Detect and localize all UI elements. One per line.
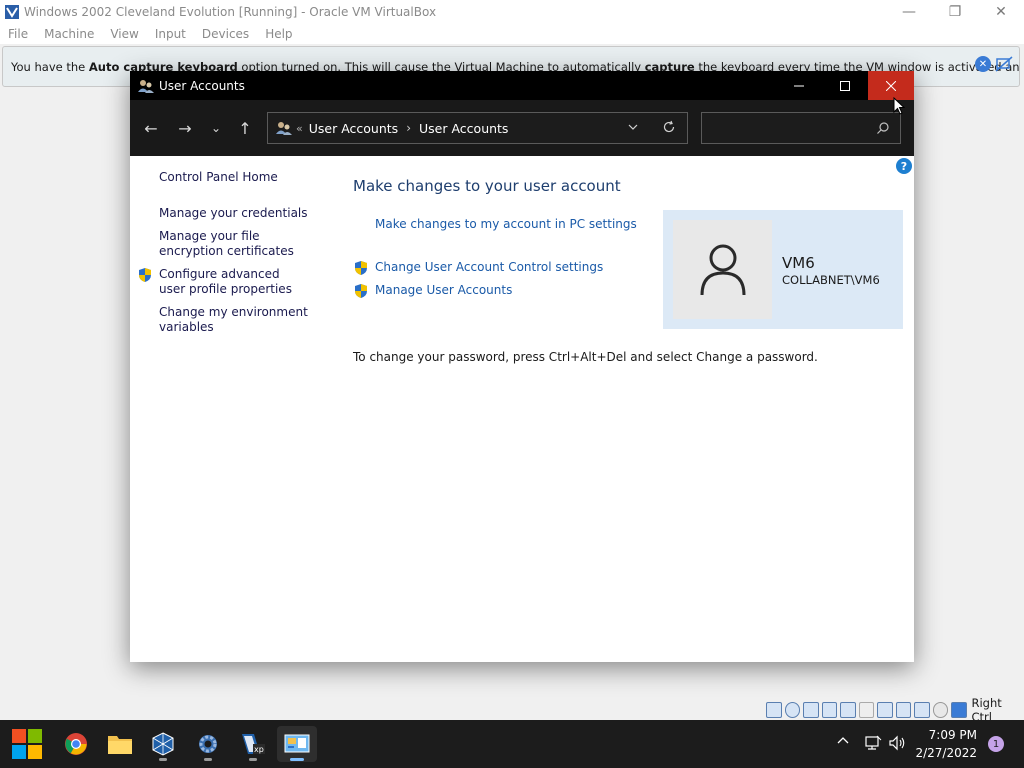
audio-icon[interactable] (803, 702, 819, 718)
folder-icon (108, 736, 132, 754)
menu-view[interactable]: View (110, 27, 138, 41)
minimize-button[interactable] (776, 71, 822, 100)
virtualbox-icon (152, 732, 174, 756)
vbox-menubar: File Machine View Input Devices Help (0, 24, 1024, 44)
control-panel-icon (284, 734, 310, 753)
address-dropdown-chevron-icon[interactable] (627, 121, 639, 136)
user-card: VM6 COLLABNET\VM6 (663, 210, 903, 329)
refresh-icon[interactable] (660, 118, 678, 136)
mouse-integration-icon[interactable] (932, 702, 948, 718)
usb-icon[interactable] (840, 702, 856, 718)
user-accounts-icon (138, 78, 154, 94)
menu-devices[interactable]: Devices (202, 27, 249, 41)
optical-drive-icon[interactable] (784, 702, 800, 718)
gear-icon (199, 735, 217, 753)
uac-settings-link[interactable]: Change User Account Control settings (375, 260, 603, 274)
window-titlebar[interactable]: User Accounts (130, 71, 914, 100)
vbox-minimize-button[interactable]: — (886, 0, 932, 24)
start-button[interactable] (7, 726, 47, 762)
help-icon[interactable]: ? (896, 158, 912, 174)
notice-dont-show-icon[interactable] (995, 56, 1013, 72)
clock-date[interactable]: 2/27/2022 (915, 746, 977, 760)
virtualbox-taskbar-button[interactable] (143, 726, 183, 762)
shared-folders-icon[interactable] (858, 702, 874, 718)
breadcrumb-chevron-icon[interactable]: › (406, 121, 411, 135)
svg-text:xp: xp (254, 745, 264, 754)
advanced-profile-link[interactable]: Configure advanced user profile properti… (159, 267, 309, 297)
uac-shield-icon (353, 283, 369, 299)
file-encryption-link[interactable]: Manage your file encryption certificates (159, 229, 309, 259)
up-arrow-icon[interactable]: ↑ (233, 118, 257, 138)
vbox-statusbar: Right Ctrl (766, 696, 1024, 724)
keyboard-capture-icon[interactable] (951, 702, 967, 718)
windows-logo-icon (12, 729, 42, 759)
breadcrumb-user-accounts-parent[interactable]: User Accounts (309, 121, 398, 136)
network-icon[interactable] (864, 734, 882, 752)
password-note: To change your password, press Ctrl+Alt+… (353, 350, 818, 364)
navigation-bar: ← → ⌄ ↑ « User Accounts › User Accounts (130, 100, 914, 156)
notification-badge[interactable]: 1 (988, 736, 1004, 752)
user-accounts-icon (276, 120, 292, 136)
breadcrumb-overflow-icon[interactable]: « (296, 122, 303, 135)
chrome-icon (65, 733, 87, 755)
user-accounts-window: User Accounts ← → ⌄ ↑ « User Accounts › … (130, 71, 914, 662)
pc-settings-link[interactable]: Make changes to my account in PC setting… (375, 217, 637, 231)
search-input[interactable] (701, 112, 901, 144)
hard-disk-icon[interactable] (766, 702, 782, 718)
chrome-taskbar-button[interactable] (56, 726, 96, 762)
environment-variables-link[interactable]: Change my environment variables (159, 305, 309, 335)
vbox-restore-button[interactable]: ❐ (932, 0, 978, 24)
windows-xp-vm-icon: xp (242, 734, 265, 754)
user-name: VM6 (782, 254, 815, 272)
show-hidden-icons-chevron-icon[interactable] (837, 734, 849, 748)
taskbar: xp 7:09 PM 2/27/2022 1 (0, 720, 1024, 768)
close-button[interactable] (868, 71, 914, 100)
back-arrow-icon[interactable]: ← (139, 118, 163, 138)
vbox-titlebar: Windows 2002 Cleveland Evolution [Runnin… (0, 0, 1024, 24)
uac-shield-icon (137, 267, 153, 283)
manage-credentials-link[interactable]: Manage your credentials (159, 206, 309, 221)
forward-arrow-icon[interactable]: → (173, 118, 197, 138)
uac-shield-icon (353, 260, 369, 276)
display-icon[interactable] (877, 702, 893, 718)
vbox-close-button[interactable]: ✕ (978, 0, 1024, 24)
virtualization-icon[interactable] (914, 702, 930, 718)
menu-input[interactable]: Input (155, 27, 186, 41)
xp-vm-taskbar-button[interactable]: xp (233, 726, 273, 762)
page-title: Make changes to your user account (353, 177, 621, 195)
control-panel-home-link[interactable]: Control Panel Home (159, 170, 309, 185)
user-domain: COLLABNET\VM6 (782, 273, 880, 287)
virtualbox-icon (4, 4, 20, 20)
breadcrumb-user-accounts-current[interactable]: User Accounts (419, 121, 508, 136)
notice-close-icon[interactable]: ✕ (975, 56, 991, 72)
file-explorer-taskbar-button[interactable] (100, 726, 140, 762)
settings-taskbar-button[interactable] (188, 726, 228, 762)
video-capture-icon[interactable] (895, 702, 911, 718)
menu-machine[interactable]: Machine (44, 27, 94, 41)
network-icon[interactable] (821, 702, 837, 718)
user-avatar-icon (700, 244, 745, 295)
menu-file[interactable]: File (8, 27, 28, 41)
manage-user-accounts-link[interactable]: Manage User Accounts (375, 283, 512, 297)
search-icon (876, 121, 890, 138)
maximize-button[interactable] (822, 71, 868, 100)
mouse-cursor-icon (893, 96, 906, 115)
clock-time[interactable]: 7:09 PM (925, 728, 977, 742)
avatar (673, 220, 772, 319)
vbox-window-title: Windows 2002 Cleveland Evolution [Runnin… (24, 5, 437, 19)
volume-icon[interactable] (888, 734, 906, 752)
user-accounts-taskbar-button[interactable] (277, 726, 317, 762)
address-bar[interactable]: « User Accounts › User Accounts (267, 112, 688, 144)
menu-help[interactable]: Help (265, 27, 292, 41)
window-title: User Accounts (159, 78, 245, 93)
recent-locations-chevron-icon[interactable]: ⌄ (204, 118, 228, 138)
